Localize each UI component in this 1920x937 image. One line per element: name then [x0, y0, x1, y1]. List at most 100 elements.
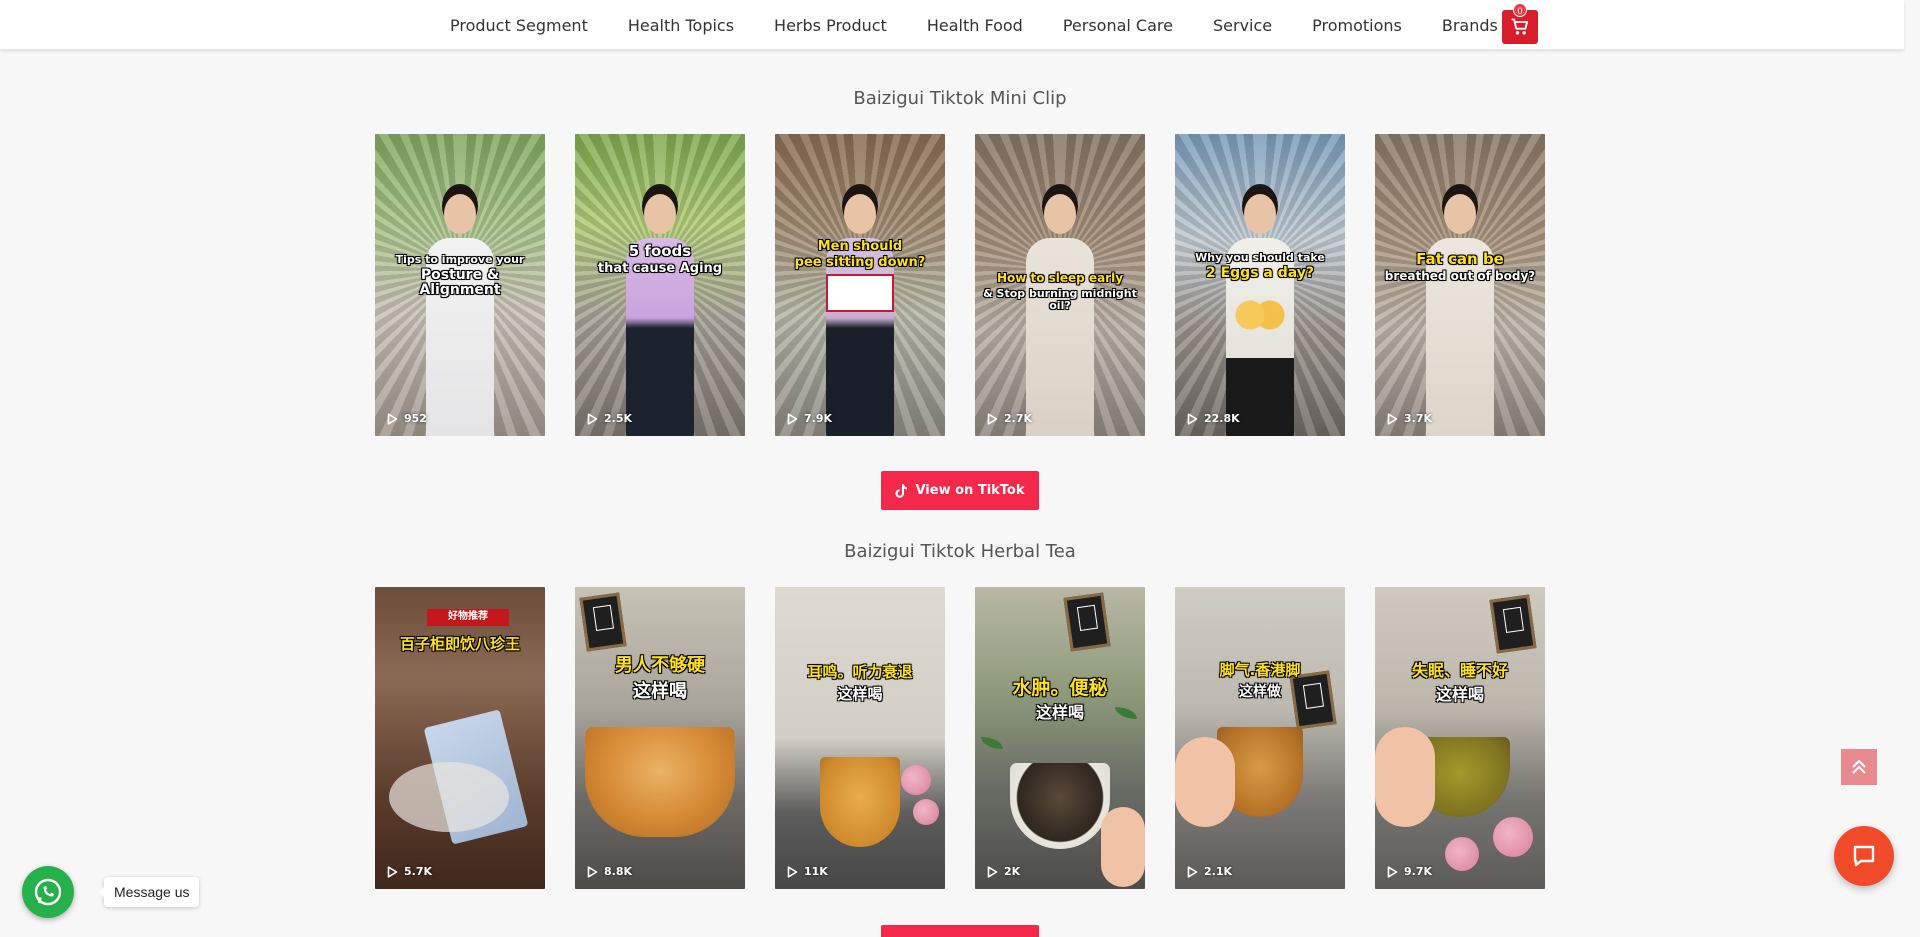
video-caption-main: 2 Eggs a day?	[1205, 265, 1315, 281]
video-caption-top: 男人不够硬	[615, 655, 705, 676]
video-caption-top: Why you should take	[1195, 251, 1325, 264]
cart-icon	[1511, 18, 1528, 35]
video-caption-top: 好物推荐	[427, 609, 509, 626]
video-caption-main: 这样喝	[633, 681, 687, 702]
video-caption-top: 5 foods	[628, 242, 692, 260]
video-caption-main: breathed out of body?	[1384, 269, 1536, 283]
herbal-tea-grid: 好物推荐 百子柜即饮八珍王 5.7K 男人不够硬 这样喝 8.8K 耳鸣。听力衰…	[375, 587, 1545, 889]
video-tile[interactable]: 水肿。便秘 这样喝 2K	[975, 587, 1145, 889]
cart-button[interactable]: 0	[1502, 3, 1538, 44]
view-count: 22.8K	[1187, 412, 1240, 425]
play-icon	[787, 412, 798, 425]
whatsapp-message-label[interactable]: Message us	[97, 877, 200, 907]
tiktok-icon	[895, 483, 908, 498]
presenter-figure	[420, 186, 500, 436]
view-count-value: 952	[404, 412, 427, 425]
view-count: 9.7K	[1387, 865, 1432, 878]
view-on-tiktok-button-2[interactable]	[881, 925, 1039, 937]
video-caption-main: 这样喝	[1035, 703, 1084, 722]
view-count: 2.1K	[1187, 865, 1232, 878]
view-count: 2.5K	[587, 412, 632, 425]
nav-item-personal-care[interactable]: Personal Care	[1063, 16, 1173, 35]
view-count-value: 2K	[1004, 865, 1021, 878]
nav-item-health-topics[interactable]: Health Topics	[628, 16, 734, 35]
play-icon	[987, 865, 998, 878]
nav-item-promotions[interactable]: Promotions	[1312, 16, 1402, 35]
play-icon	[587, 412, 598, 425]
video-caption-main: 百子柜即饮八珍王	[399, 635, 520, 653]
view-count-value: 9.7K	[1404, 865, 1433, 878]
mini-clip-grid: Tips to improve your Posture & Alignment…	[375, 134, 1545, 436]
nav-item-product-segment[interactable]: Product Segment	[450, 16, 588, 35]
nav-item-health-food[interactable]: Health Food	[927, 16, 1023, 35]
brand-sign	[1489, 594, 1537, 654]
video-tile[interactable]: How to sleep early & Stop burning midnig…	[975, 134, 1145, 436]
hand	[1101, 807, 1145, 887]
view-count-value: 7.9K	[804, 412, 833, 425]
video-tile[interactable]: Tips to improve your Posture & Alignment…	[375, 134, 545, 436]
video-caption-top: Fat can be	[1416, 250, 1504, 268]
play-icon	[787, 865, 798, 878]
play-icon	[1187, 412, 1198, 425]
chat-icon	[1853, 845, 1875, 867]
view-count: 2.7K	[987, 412, 1032, 425]
video-caption-top: Men should	[817, 239, 903, 254]
view-count-value: 2.5K	[604, 412, 633, 425]
view-count-value: 8.8K	[604, 865, 633, 878]
view-count-value: 2.7K	[1004, 412, 1033, 425]
nav-item-herbs-product[interactable]: Herbs Product	[774, 16, 887, 35]
main-nav: Product Segment Health Topics Herbs Prod…	[450, 0, 1498, 50]
nav-item-service[interactable]: Service	[1213, 16, 1272, 35]
play-icon	[1187, 865, 1198, 878]
mini-clip-title: Baizigui Tiktok Mini Clip	[853, 88, 1067, 109]
view-on-tiktok-button[interactable]: View on TikTok	[881, 471, 1039, 510]
play-icon	[387, 412, 398, 425]
rose-flower	[1445, 837, 1479, 871]
video-tile[interactable]: Fat can be breathed out of body? 3.7K	[1375, 134, 1545, 436]
scroll-to-top-button[interactable]	[1841, 749, 1877, 785]
view-count-value: 11K	[804, 865, 828, 878]
brand-sign	[1063, 592, 1111, 652]
plate	[389, 762, 509, 832]
whatsapp-button[interactable]	[22, 866, 74, 918]
video-caption-main: Posture & Alignment	[419, 267, 501, 298]
view-on-tiktok-label: View on TikTok	[915, 483, 1025, 498]
view-count-value: 3.7K	[1404, 412, 1433, 425]
play-icon	[387, 865, 398, 878]
view-count: 5.7K	[387, 865, 432, 878]
video-tile[interactable]: Men should pee sitting down? 7.9K	[775, 134, 945, 436]
video-caption-main: 这样做	[1239, 684, 1281, 700]
live-chat-button[interactable]	[1834, 826, 1894, 886]
video-tile[interactable]: Why you should take 2 Eggs a day? 22.8K	[1175, 134, 1345, 436]
play-icon	[587, 865, 598, 878]
video-tile[interactable]: 5 foods that cause Aging 2.5K	[575, 134, 745, 436]
video-caption-top: 脚气.香港脚	[1219, 661, 1301, 679]
view-count-value: 22.8K	[1204, 412, 1240, 425]
brand-sign	[1289, 670, 1337, 730]
rose-flower	[913, 799, 939, 825]
video-tile[interactable]: 失眠、睡不好 这样喝 9.7K	[1375, 587, 1545, 889]
hand	[1375, 727, 1435, 827]
view-count-value: 2.1K	[1204, 865, 1233, 878]
video-caption-top: 失眠、睡不好	[1411, 661, 1508, 680]
video-tile[interactable]: 男人不够硬 这样喝 8.8K	[575, 587, 745, 889]
eggs-illustration	[1235, 296, 1285, 334]
view-count: 3.7K	[1387, 412, 1432, 425]
video-caption-top: Tips to improve your	[395, 253, 525, 266]
view-count: 11K	[787, 865, 828, 878]
cart-count-badge: 0	[1513, 3, 1527, 17]
double-chevron-up-icon	[1852, 759, 1866, 774]
view-count-value: 5.7K	[404, 865, 433, 878]
top-navbar: Product Segment Health Topics Herbs Prod…	[0, 0, 1904, 50]
whatsapp-icon	[34, 878, 62, 906]
play-icon	[1387, 412, 1398, 425]
toilet-illustration	[826, 274, 894, 312]
video-tile[interactable]: 好物推荐 百子柜即饮八珍王 5.7K	[375, 587, 545, 889]
hand	[1175, 737, 1235, 827]
presenter-figure	[1420, 186, 1500, 436]
tea-cup	[585, 727, 735, 837]
video-tile[interactable]: 脚气.香港脚 这样做 2.1K	[1175, 587, 1345, 889]
video-tile[interactable]: 耳鸣。听力衰退 这样喝 11K	[775, 587, 945, 889]
video-caption-top: How to sleep early	[996, 271, 1124, 285]
nav-item-brands[interactable]: Brands	[1442, 16, 1498, 35]
